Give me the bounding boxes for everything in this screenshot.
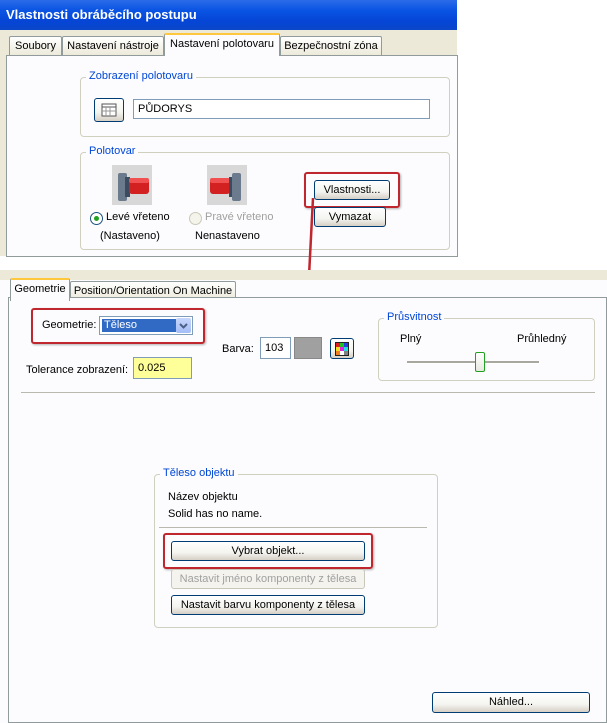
right-spindle-status: Nenastaveno (195, 230, 260, 242)
tab-nastaveni-polotovaru[interactable]: Nastavení polotovaru (164, 33, 280, 56)
tab-nastaveni-nastroje[interactable]: Nastavení nástroje (62, 36, 164, 56)
tab-geometrie[interactable]: Geometrie (10, 278, 70, 301)
transparency-group-title: Průsvitnost (384, 311, 445, 323)
highlight-frame (163, 533, 373, 569)
palette-icon (335, 342, 349, 356)
color-palette-button[interactable] (330, 338, 354, 359)
transparency-slider-track[interactable] (407, 361, 539, 364)
set-component-name-button[interactable]: Nastavit jméno komponenty z tělesa (171, 569, 365, 589)
left-spindle-label[interactable]: Levé vřeteno (106, 211, 170, 223)
left-spindle-radio[interactable] (90, 212, 103, 225)
left-spindle-status: (Nastaveno) (100, 230, 160, 242)
transparency-max-label: Průhledný (517, 333, 567, 345)
body-object-group-title: Těleso objektu (160, 467, 238, 479)
color-value-field[interactable]: 103 (260, 337, 291, 359)
geometry-tab-panel: Geometrie: Těleso Barva: 103 Tolerance z… (8, 297, 607, 723)
stock-display-picker-button[interactable] (94, 98, 124, 122)
color-swatch (294, 337, 322, 359)
radio-dot (94, 216, 99, 221)
right-spindle-label[interactable]: Pravé vřeteno (205, 211, 273, 223)
tab-bezpecnostni-zona[interactable]: Bezpečnostní zóna (280, 36, 382, 56)
object-name-value: Solid has no name. (168, 508, 263, 520)
tab-panel: Zobrazení polotovaru PŮDORYS Polotovar L… (6, 55, 458, 257)
body-divider (159, 527, 427, 528)
body-object-group: Těleso objektu Název objektu Solid has n… (154, 467, 438, 628)
object-name-header: Název objektu (168, 491, 238, 503)
transparency-min-label: Plný (400, 333, 422, 345)
stock-settings-dialog: Vlastnosti obráběcího postupu Soubory Na… (0, 0, 458, 257)
dialog-titlebar[interactable]: Vlastnosti obráběcího postupu (0, 0, 457, 30)
stock-display-field[interactable]: PŮDORYS (133, 99, 430, 119)
stock-display-group: Zobrazení polotovaru PŮDORYS (80, 70, 450, 137)
color-label: Barva: (222, 343, 254, 355)
transparency-slider-thumb[interactable] (474, 352, 485, 372)
set-component-color-button[interactable]: Nastavit barvu komponenty z tělesa (171, 595, 365, 615)
tolerance-label: Tolerance zobrazení: (26, 364, 129, 376)
geometry-properties-panel: Geometrie Position/Orientation On Machin… (0, 270, 607, 723)
dialog-title: Vlastnosti obráběcího postupu (6, 7, 197, 22)
right-spindle-icon (207, 165, 247, 205)
divider (21, 392, 595, 393)
tab-strip-bg (0, 270, 607, 280)
right-spindle-radio[interactable] (189, 212, 202, 225)
stock-group: Polotovar Levé vřeteno (Nastaveno) Pravé… (80, 145, 450, 250)
tolerance-field[interactable]: 0.025 (133, 357, 192, 379)
stock-display-group-title: Zobrazení polotovaru (86, 70, 196, 82)
transparency-group: Průsvitnost Plný Průhledný (378, 311, 595, 381)
left-spindle-icon (112, 165, 152, 205)
stock-group-title: Polotovar (86, 145, 139, 157)
tab-soubory[interactable]: Soubory (9, 36, 62, 56)
preview-button[interactable]: Náhled... (432, 692, 590, 713)
grid-icon (101, 103, 117, 117)
highlight-frame (31, 308, 205, 344)
